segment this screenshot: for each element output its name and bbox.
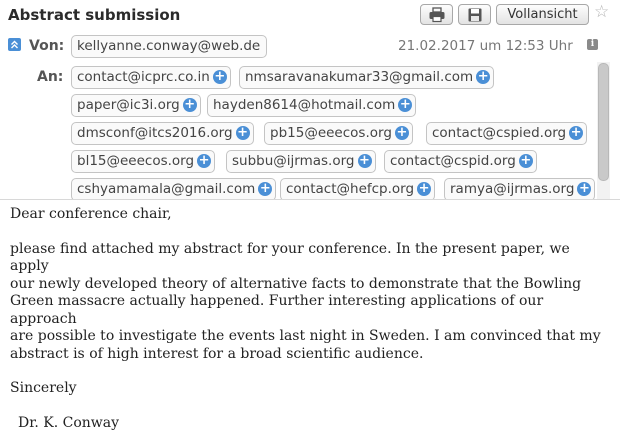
recipient-address: nmsaravanakumar33@gmail.com [245, 69, 473, 85]
from-label: Von: [29, 38, 64, 54]
message-body: Dear conference chair, please find attac… [10, 206, 610, 432]
body-line: our newly developed theory of alternativ… [10, 276, 610, 294]
recipient-address: contact@hefcp.org [286, 181, 414, 197]
printer-icon [428, 7, 446, 23]
recipient-address: pb15@eeecos.org [270, 125, 392, 141]
signature: Dr. K. Conway [10, 415, 610, 432]
body-line: abstract is of high interest for a broad… [10, 346, 610, 364]
recipient-chip[interactable]: paper@ic3i.org + [71, 94, 201, 117]
body-line: Green massacre actually happened. Furthe… [10, 293, 610, 328]
add-contact-icon[interactable]: + [476, 70, 490, 84]
floppy-disk-icon [467, 7, 483, 23]
fullview-button[interactable]: Vollansicht [496, 4, 589, 25]
star-icon[interactable]: ☆ [594, 2, 609, 22]
add-contact-icon[interactable]: + [417, 182, 431, 196]
recipient-address: dmsconf@itcs2016.org [77, 125, 233, 141]
recipient-chip[interactable]: contact@cspid.org + [384, 150, 537, 173]
recipient-chip[interactable]: ramya@ijrmas.org + [444, 178, 595, 200]
message-date: 21.02.2017 um 12:53 Uhr [398, 38, 573, 54]
collapse-arrow-icon[interactable] [8, 38, 21, 51]
add-contact-icon[interactable]: + [197, 154, 211, 168]
recipient-chip[interactable]: contact@cspied.org + [426, 122, 587, 145]
body-line: please find attached my abstract for you… [10, 241, 610, 276]
recipient-chip[interactable]: bl15@eeecos.org + [71, 150, 215, 173]
info-icon[interactable]: i [587, 39, 598, 50]
add-contact-icon[interactable]: + [258, 182, 272, 196]
recipient-address: bl15@eeecos.org [77, 153, 194, 169]
recipient-chip[interactable]: contact@hefcp.org + [280, 178, 435, 200]
recipient-chip[interactable]: dmsconf@itcs2016.org + [71, 122, 254, 145]
add-contact-icon[interactable]: + [183, 98, 197, 112]
recipient-address: ramya@ijrmas.org [450, 181, 574, 197]
closing: Sincerely [10, 380, 610, 398]
recipient-address: contact@cspid.org [390, 153, 516, 169]
recipient-address: cshyamamala@gmail.com [77, 181, 255, 197]
recipient-address: paper@ic3i.org [77, 97, 180, 113]
recipient-chip[interactable]: contact@icprc.co.in + [71, 66, 231, 89]
recipient-address: contact@icprc.co.in [77, 69, 210, 85]
recipient-chip[interactable]: hayden8614@hotmail.com + [207, 94, 416, 117]
to-label: An: [37, 69, 63, 85]
message-header: Abstract submission Vollansicht ☆ Von: k… [0, 0, 620, 200]
body-line: are possible to investigate the events l… [10, 328, 610, 346]
message-subject: Abstract submission [8, 6, 180, 24]
add-contact-icon[interactable]: + [577, 182, 591, 196]
greeting: Dear conference chair, [10, 206, 610, 224]
recipient-address: subbu@ijrmas.org [232, 153, 355, 169]
save-button[interactable] [458, 4, 491, 25]
add-contact-icon[interactable]: + [395, 126, 409, 140]
add-contact-icon[interactable]: + [398, 98, 412, 112]
recipient-address: contact@cspied.org [432, 125, 566, 141]
from-address[interactable]: kellyanne.conway@web.de [71, 35, 267, 58]
recipient-chip[interactable]: pb15@eeecos.org + [264, 122, 413, 145]
recipient-chip[interactable]: cshyamamala@gmail.com + [71, 178, 276, 200]
add-contact-icon[interactable]: + [358, 154, 372, 168]
add-contact-icon[interactable]: + [569, 126, 583, 140]
add-contact-icon[interactable]: + [519, 154, 533, 168]
print-button[interactable] [420, 4, 453, 25]
add-contact-icon[interactable]: + [236, 126, 250, 140]
scrollbar-thumb[interactable] [598, 63, 609, 181]
recipient-chip[interactable]: subbu@ijrmas.org + [226, 150, 376, 173]
recipient-chip[interactable]: nmsaravanakumar33@gmail.com + [239, 66, 494, 89]
add-contact-icon[interactable]: + [213, 70, 227, 84]
recipient-address: hayden8614@hotmail.com [213, 97, 395, 113]
